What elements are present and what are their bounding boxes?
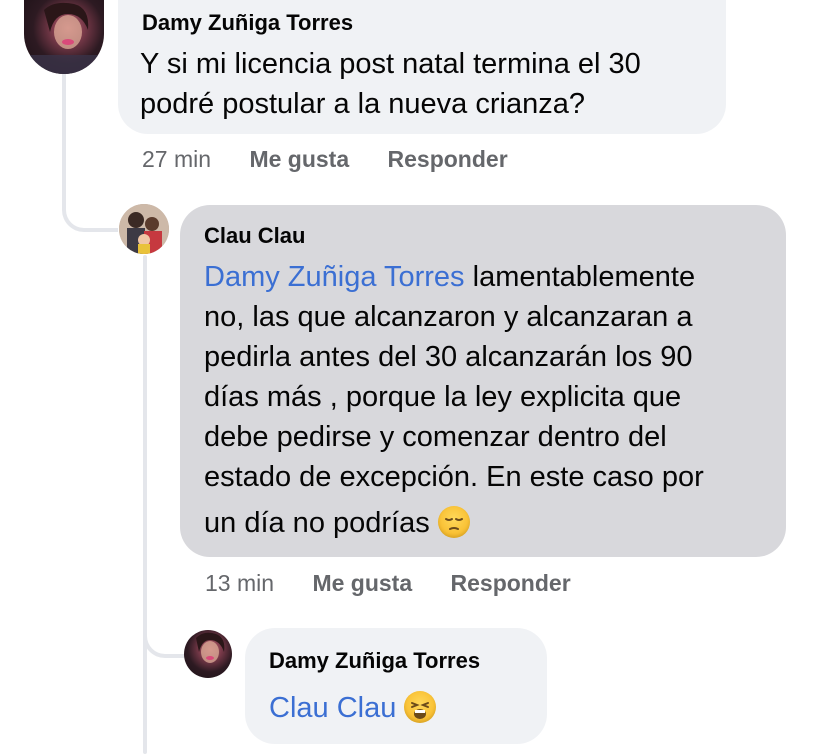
comment-text-line: Damy Zuñiga Torres lamentablemente [204,257,779,297]
reply-button[interactable]: Responder [451,570,571,596]
comment-text: Damy Zuñiga Torres lamentablemente no, l… [204,257,779,543]
comment-text: Clau Clau [269,688,539,728]
comment-text-line: pedirla antes del 30 alcanzarán los 90 [204,341,693,373]
comment-text-line: debe pedirse y comenzar dentro del [204,421,667,453]
comment-author[interactable]: Damy Zuñiga Torres [142,10,353,36]
avatar-clau[interactable] [119,204,169,254]
mention-link[interactable]: Damy Zuñiga Torres [204,261,465,293]
comment-meta-2: 13 min Me gusta Responder [205,570,571,597]
avatar-photo-icon [119,204,169,254]
thread-connector-reply-1 [62,180,118,232]
comment-text-segment: un día no podrías [204,507,430,539]
avatar-damy[interactable] [24,0,104,74]
thread-connector-reply-2 [143,610,185,658]
avatar-damy-small[interactable] [184,630,232,678]
comment-author[interactable]: Damy Zuñiga Torres [269,648,480,674]
pensive-face-icon [437,506,470,538]
weary-face-icon [404,691,437,723]
like-button[interactable]: Me gusta [312,570,412,596]
comment-text-line: estado de excepción. En este caso por [204,461,704,493]
comment-bubble-3: Damy Zuñiga Torres Clau Clau [245,628,547,744]
comment-text: Y si mi licencia post natal termina el 3… [140,44,720,124]
mention-link[interactable]: Clau Clau [269,692,396,724]
comment-meta-1: 27 min Me gusta Responder [142,146,508,173]
like-button[interactable]: Me gusta [249,146,349,172]
comment-timestamp[interactable]: 27 min [142,146,211,172]
avatar-photo-icon [196,632,225,663]
comment-text-line: no, las que alcanzaron y alcanzaran a [204,301,693,333]
comment-timestamp[interactable]: 13 min [205,570,274,596]
comment-text-segment: lamentablemente [472,261,696,293]
comment-text-line: un día no podrías [204,503,779,543]
reply-button[interactable]: Responder [388,146,508,172]
thread-line-reply [143,255,147,754]
avatar-photo-icon [24,2,104,74]
comment-bubble-2: Clau Clau Damy Zuñiga Torres lamentablem… [180,205,786,557]
comment-text-line: días más , porque la ley explicita que [204,381,682,413]
comment-bubble-1: Damy Zuñiga Torres Y si mi licencia post… [118,0,726,134]
comment-text-line: Y si mi licencia post natal termina el 3… [140,48,641,80]
comment-author[interactable]: Clau Clau [204,223,305,249]
comment-text-line: podré postular a la nueva crianza? [140,88,585,120]
